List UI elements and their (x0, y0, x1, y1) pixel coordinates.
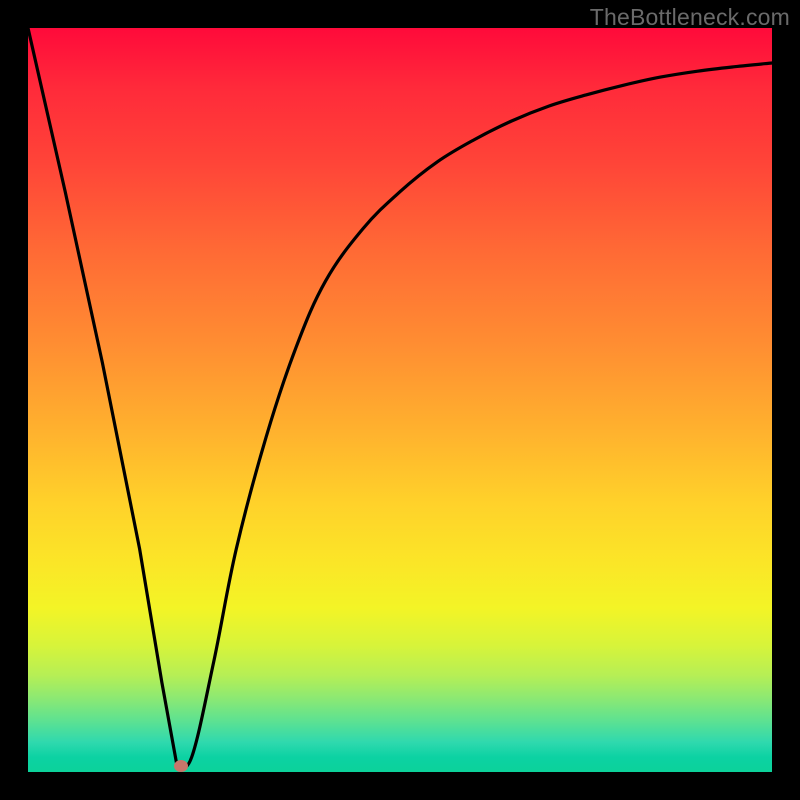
chart-frame: TheBottleneck.com (0, 0, 800, 800)
bottleneck-curve (28, 28, 772, 772)
plot-area (28, 28, 772, 772)
watermark-text: TheBottleneck.com (590, 4, 790, 31)
optimum-marker (174, 760, 188, 772)
